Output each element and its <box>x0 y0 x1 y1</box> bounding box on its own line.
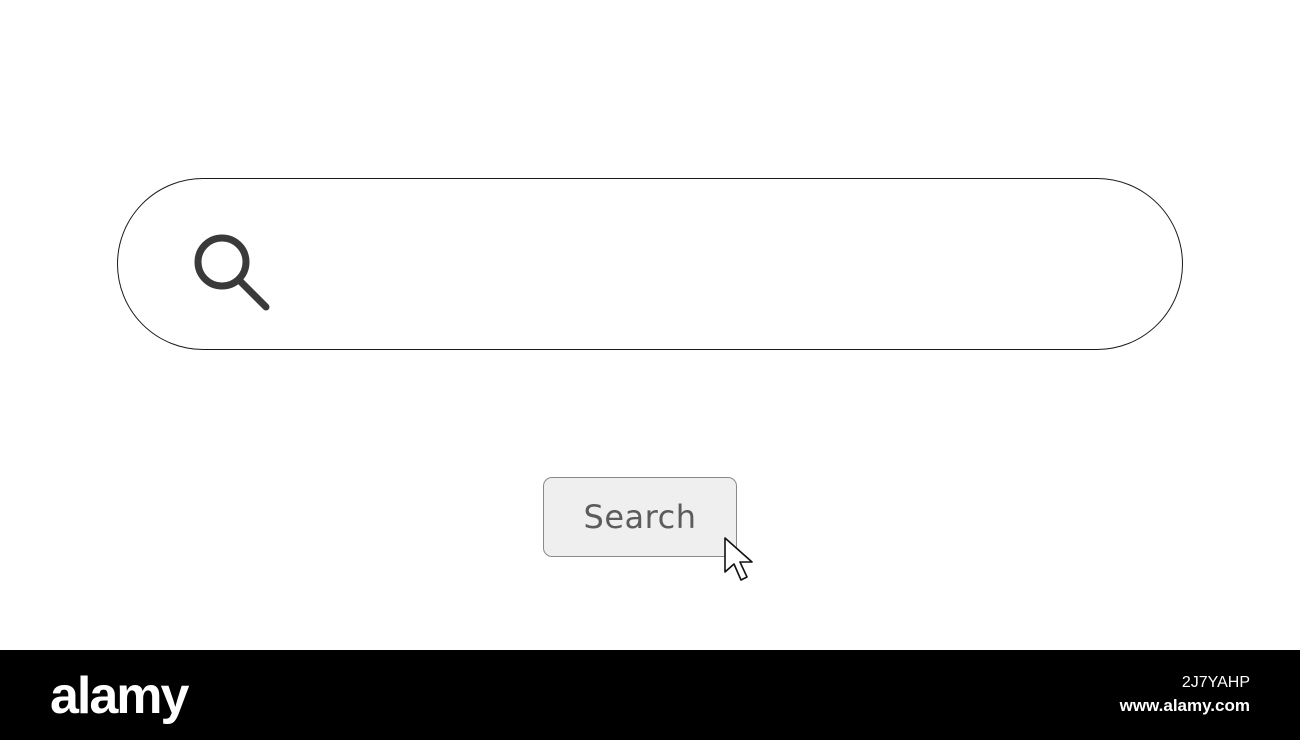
search-bar[interactable] <box>117 178 1183 350</box>
watermark-bar: alamy 2J7YAHP www.alamy.com <box>0 650 1300 740</box>
watermark-site: www.alamy.com <box>1119 696 1250 715</box>
search-button[interactable]: Search <box>543 477 737 557</box>
search-page: Search <box>0 0 1300 650</box>
mouse-pointer-icon <box>724 537 753 581</box>
search-icon <box>194 234 270 311</box>
search-input[interactable] <box>298 219 1142 311</box>
watermark-image-id: 2J7YAHP <box>1181 674 1250 691</box>
watermark-brand: alamy <box>50 667 189 725</box>
